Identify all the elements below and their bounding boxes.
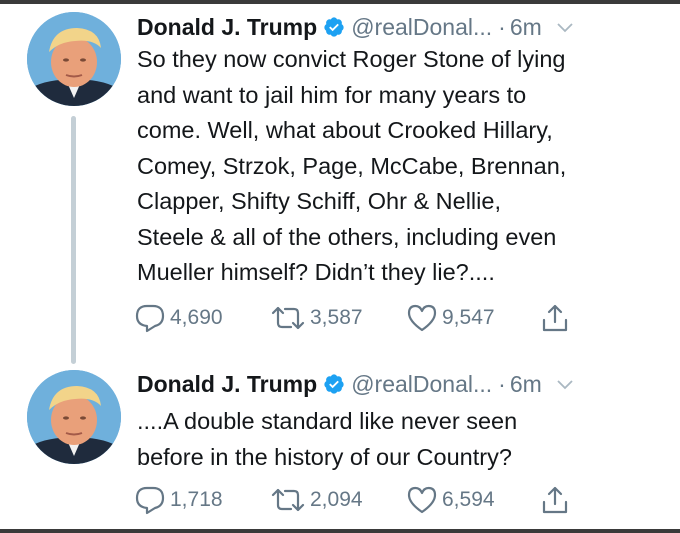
display-name[interactable]: Donald J. Trump — [137, 14, 317, 41]
retweet-icon — [270, 303, 306, 333]
share-button[interactable] — [540, 303, 570, 333]
tweet-actions: 1,718 2,094 6,594 — [134, 485, 570, 515]
display-name[interactable]: Donald J. Trump — [137, 371, 317, 398]
tweet-text: ....A double standard like never seen be… — [137, 408, 518, 470]
reply-count: 4,690 — [170, 306, 223, 329]
tweet-header: Donald J. Trump @realDonal... · 6m — [137, 366, 666, 402]
reply-icon — [134, 303, 166, 333]
handle[interactable]: @realDonal... — [351, 371, 492, 398]
tweet[interactable]: Donald J. Trump @realDonal... · 6m So th… — [0, 0, 680, 360]
reply-button[interactable]: 4,690 — [134, 303, 270, 333]
retweet-count: 2,094 — [310, 488, 363, 511]
verified-badge-icon — [323, 16, 345, 38]
heart-icon — [406, 303, 438, 333]
handle[interactable]: @realDonal... — [351, 14, 492, 41]
retweet-count: 3,587 — [310, 306, 363, 329]
retweet-button[interactable]: 3,587 — [270, 303, 406, 333]
timestamp[interactable]: 6m — [510, 14, 542, 41]
retweet-icon — [270, 485, 306, 515]
reply-button[interactable]: 1,718 — [134, 485, 270, 515]
like-button[interactable]: 6,594 — [406, 485, 540, 515]
heart-icon — [406, 485, 438, 515]
like-count: 6,594 — [442, 488, 495, 511]
tweet-header: Donald J. Trump @realDonal... · 6m — [137, 9, 666, 45]
separator-dot: · — [498, 370, 506, 397]
avatar[interactable] — [27, 12, 121, 106]
bottom-border — [0, 529, 680, 533]
chevron-down-icon[interactable] — [556, 18, 574, 36]
share-icon — [540, 485, 570, 515]
share-icon — [540, 303, 570, 333]
tweet-text: So they now convict Roger Stone of lying… — [137, 46, 567, 285]
verified-badge-icon — [323, 373, 345, 395]
avatar[interactable] — [27, 370, 121, 464]
reply-icon — [134, 485, 166, 515]
separator-dot: · — [498, 13, 506, 40]
reply-count: 1,718 — [170, 488, 223, 511]
like-count: 9,547 — [442, 306, 495, 329]
tweet[interactable]: Donald J. Trump @realDonal... · 6m ....A… — [0, 360, 680, 533]
chevron-down-icon[interactable] — [556, 375, 574, 393]
share-button[interactable] — [540, 485, 570, 515]
timestamp[interactable]: 6m — [510, 371, 542, 398]
tweet-actions: 4,690 3,587 9,547 — [134, 303, 570, 333]
like-button[interactable]: 9,547 — [406, 303, 540, 333]
retweet-button[interactable]: 2,094 — [270, 485, 406, 515]
